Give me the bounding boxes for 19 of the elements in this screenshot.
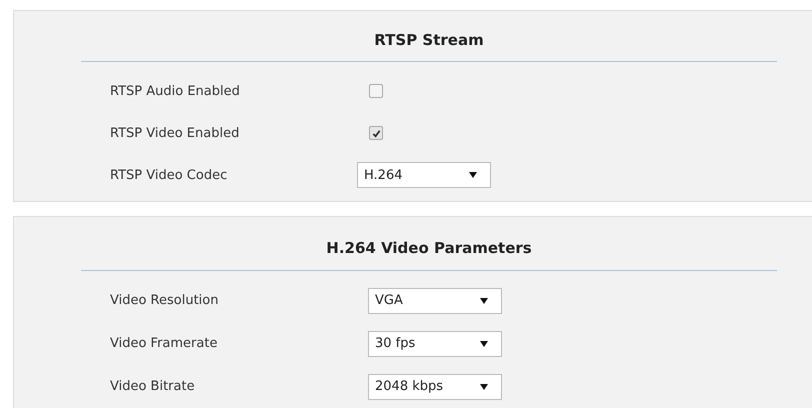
checkbox[interactable]	[369, 126, 383, 140]
dropdown[interactable]: VGA	[368, 288, 502, 314]
section-title: H.264 Video Parameters	[325, 238, 533, 259]
caret-icon	[469, 172, 477, 178]
dropdown[interactable]: 30 fps	[368, 330, 502, 356]
field-label: Video Resolution	[110, 293, 220, 308]
check-icon	[372, 128, 380, 138]
checkbox[interactable]	[369, 84, 383, 98]
caret-icon	[480, 340, 488, 346]
field-label: Video Bitrate	[110, 379, 196, 394]
caret-icon	[480, 298, 488, 304]
field-label: Video Framerate	[110, 336, 218, 351]
field-label: RTSP Video Codec	[110, 168, 228, 182]
section-title: RTSP Stream	[373, 30, 485, 51]
dropdown[interactable]: H.264	[357, 162, 491, 188]
dropdown[interactable]: 2048 kbps	[368, 374, 502, 400]
field-label: RTSP Audio Enabled	[110, 84, 241, 98]
caret-icon	[480, 384, 488, 390]
field-label: RTSP Video Enabled	[110, 126, 240, 140]
